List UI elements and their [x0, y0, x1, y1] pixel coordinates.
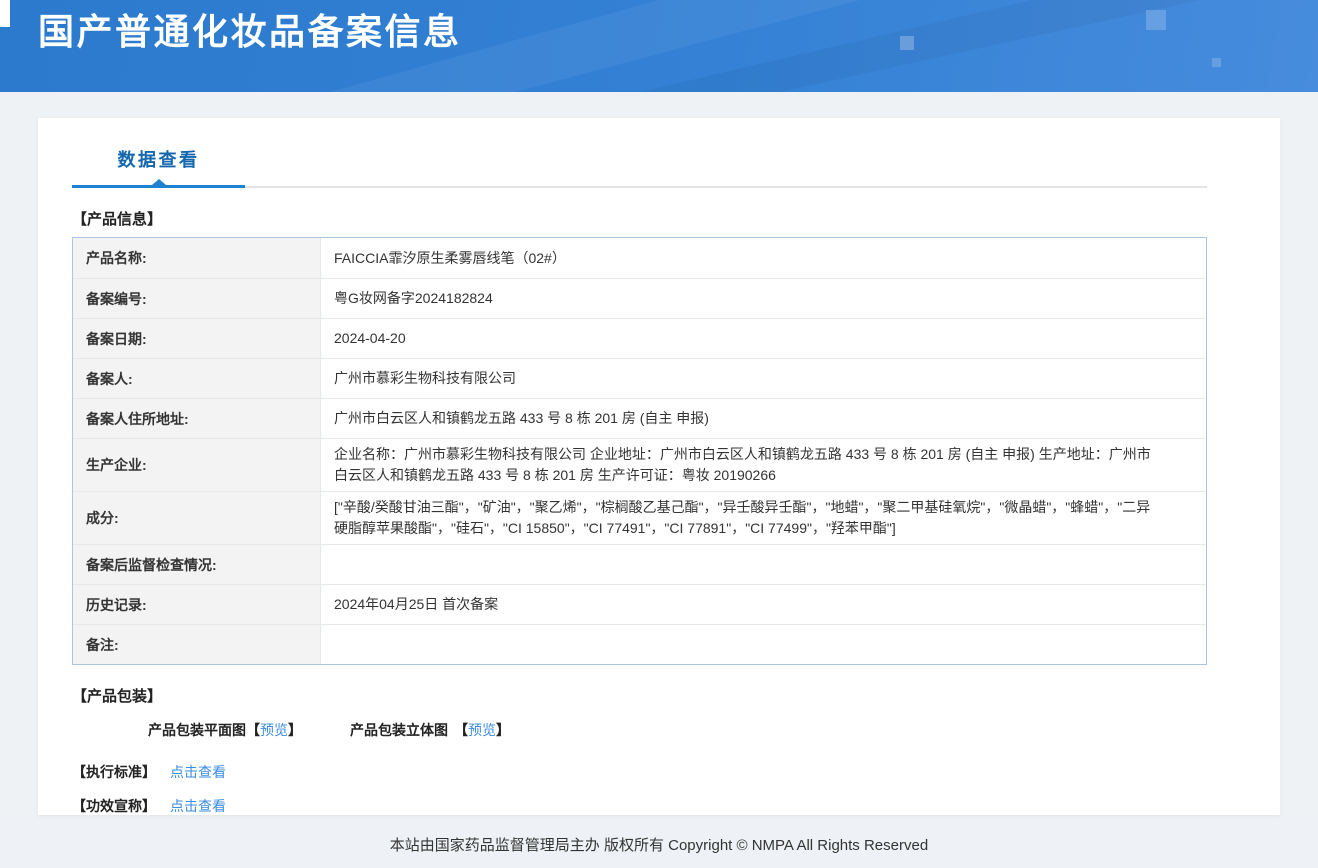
- table-row: 备案人住所地址: 广州市白云区人和镇鹤龙五路 433 号 8 栋 201 房 (自…: [73, 398, 1206, 438]
- bracket: 【: [246, 722, 260, 738]
- field-label: 成分:: [73, 492, 321, 544]
- banner-decoration-square: [900, 36, 914, 50]
- field-label: 备案人住所地址:: [73, 399, 321, 438]
- tab-bar: 数据查看: [72, 118, 1207, 188]
- efficacy-claim-row: 【功效宣称】 点击查看: [72, 796, 1246, 815]
- bracket: 】: [288, 722, 302, 738]
- banner-decoration-square: [1212, 58, 1221, 67]
- table-row: 成分: ["辛酸/癸酸甘油三酯"，"矿油"，"聚乙烯"，"棕榈酸乙基己酯"，"异壬…: [73, 491, 1206, 544]
- field-value: 广州市白云区人和镇鹤龙五路 433 号 8 栋 201 房 (自主 申报): [321, 399, 1206, 438]
- copyright-text: 本站由国家药品监督管理局主办 版权所有 Copyright © NMPA All…: [389, 836, 929, 854]
- bracket: 【: [454, 722, 468, 738]
- table-row: 备案日期: 2024-04-20: [73, 318, 1206, 358]
- table-row: 生产企业: 企业名称：广州市慕彩生物科技有限公司 企业地址：广州市白云区人和镇鹤龙…: [73, 438, 1206, 491]
- packaging-item-label: 产品包装平面图: [148, 722, 246, 738]
- field-value: ["辛酸/癸酸甘油三酯"，"矿油"，"聚乙烯"，"棕榈酸乙基己酯"，"异壬酸异壬…: [321, 492, 1206, 544]
- page-banner: 国产普通化妆品备案信息: [0, 0, 1318, 92]
- field-value: 2024年04月25日 首次备案: [321, 585, 1206, 624]
- field-value: FAICCIA霏汐原生柔雾唇线笔（02#）: [321, 238, 1206, 278]
- exec-standard-row: 【执行标准】 点击查看: [72, 762, 1246, 782]
- table-row: 产品名称: FAICCIA霏汐原生柔雾唇线笔（02#）: [73, 238, 1206, 278]
- table-row: 备案后监督检查情况:: [73, 544, 1206, 584]
- efficacy-claim-view-link[interactable]: 点击查看: [170, 798, 226, 814]
- field-value: 2024-04-20: [321, 319, 1206, 358]
- exec-standard-label: 【执行标准】: [72, 764, 156, 780]
- page-footer: 本站由国家药品监督管理局主办 版权所有 Copyright © NMPA All…: [0, 820, 1318, 868]
- field-label: 备注:: [73, 625, 321, 664]
- table-row: 备案编号: 粤G妆网备字2024182824: [73, 278, 1206, 318]
- content-card: 数据查看 【产品信息】 产品名称: FAICCIA霏汐原生柔雾唇线笔（02#） 备案…: [38, 118, 1280, 815]
- table-row: 备注:: [73, 624, 1206, 664]
- preview-link[interactable]: 预览: [468, 722, 496, 738]
- banner-decoration-square: [1146, 10, 1166, 30]
- field-value: 广州市慕彩生物科技有限公司: [321, 359, 1206, 398]
- top-left-notch: [0, 0, 10, 27]
- preview-link[interactable]: 预览: [260, 722, 288, 738]
- packaging-item-label: 产品包装立体图: [350, 722, 448, 738]
- page: 国产普通化妆品备案信息 数据查看 【产品信息】 产品名称: FAICCIA霏汐原生…: [0, 0, 1318, 868]
- exec-standard-view-link[interactable]: 点击查看: [170, 764, 226, 780]
- efficacy-claim-label: 【功效宣称】: [72, 798, 156, 814]
- packaging-row: 产品包装平面图【预览】 产品包装立体图 【预览】: [148, 720, 1246, 740]
- packaging-item: 产品包装平面图【预览】: [148, 720, 302, 740]
- field-label: 产品名称:: [73, 238, 321, 278]
- tab-data-view-label: 数据查看: [117, 150, 200, 170]
- field-label: 备案编号:: [73, 279, 321, 318]
- field-label: 历史记录:: [73, 585, 321, 624]
- field-value: [321, 625, 1206, 664]
- table-row: 备案人: 广州市慕彩生物科技有限公司: [73, 358, 1206, 398]
- tab-data-view[interactable]: 数据查看: [72, 146, 245, 188]
- field-label: 备案后监督检查情况:: [73, 545, 321, 584]
- field-label: 备案日期:: [73, 319, 321, 358]
- field-value: [321, 545, 1206, 584]
- field-value: 企业名称：广州市慕彩生物科技有限公司 企业地址：广州市白云区人和镇鹤龙五路 43…: [321, 439, 1206, 491]
- section-title-packaging: 【产品包装】: [72, 688, 163, 705]
- product-info-table: 产品名称: FAICCIA霏汐原生柔雾唇线笔（02#） 备案编号: 粤G妆网备字202…: [72, 237, 1207, 665]
- section-title-product-info: 【产品信息】: [72, 211, 163, 228]
- packaging-item: 产品包装立体图 【预览】: [350, 720, 510, 740]
- field-label: 生产企业:: [73, 439, 321, 491]
- bracket: 】: [496, 722, 510, 738]
- field-label: 备案人:: [73, 359, 321, 398]
- field-value: 粤G妆网备字2024182824: [321, 279, 1206, 318]
- page-title: 国产普通化妆品备案信息: [38, 11, 462, 52]
- table-row: 历史记录: 2024年04月25日 首次备案: [73, 584, 1206, 624]
